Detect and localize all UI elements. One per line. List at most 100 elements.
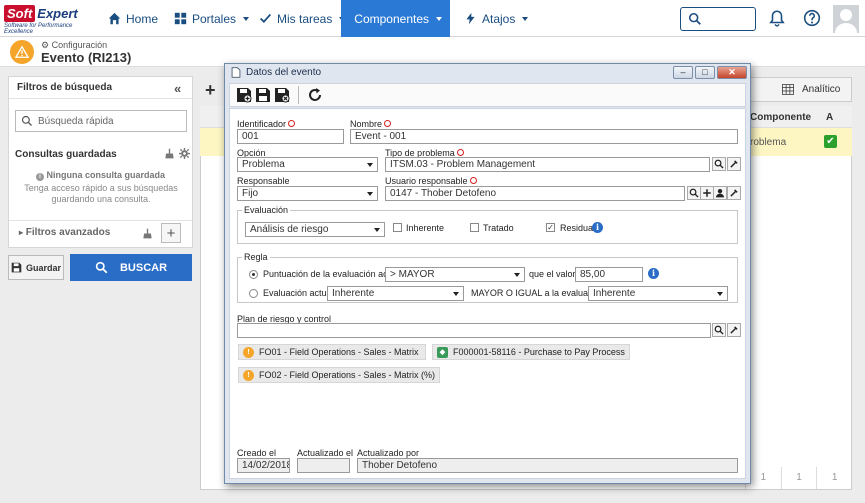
identificador-field[interactable]: 001	[237, 129, 344, 144]
add-record-icon[interactable]: +	[205, 80, 216, 101]
tratado-checkbox[interactable]	[470, 223, 479, 232]
nombre-label-text: Nombre	[350, 119, 383, 129]
search-filters-panel: Filtros de búsqueda « Búsqueda rápida Co…	[8, 76, 193, 248]
no-saved-text: Ninguna consulta guardada	[46, 170, 166, 180]
advanced-filters-toggle[interactable]: ▸ Filtros avanzados	[19, 227, 110, 238]
column-header-a[interactable]: A	[826, 112, 833, 123]
save-icon[interactable]	[255, 87, 271, 103]
plan-riesgo-field[interactable]	[237, 323, 711, 338]
global-search-input[interactable]	[680, 7, 756, 31]
eraser-icon	[730, 189, 738, 197]
gear-icon[interactable]	[179, 148, 190, 159]
tab-analitico[interactable]: Analítico	[746, 77, 852, 102]
add-usuario-button[interactable]	[700, 186, 714, 200]
plan-chip[interactable]: ◆ F000001-58116 - Purchase to Pay Proces…	[432, 344, 630, 360]
nav-mis-tareas[interactable]: Mis tareas	[251, 0, 353, 37]
save-query-button[interactable]: Guardar	[8, 255, 64, 280]
chevron-down-icon	[243, 16, 250, 21]
puntuacion-radio[interactable]	[249, 270, 258, 279]
clear-tipo-button[interactable]	[727, 157, 741, 171]
search-icon	[95, 261, 108, 274]
toolbar-separator	[298, 86, 299, 104]
document-icon	[231, 67, 241, 78]
inherente-checkbox[interactable]	[393, 223, 402, 232]
search-usuario-button[interactable]	[687, 186, 701, 200]
close-button[interactable]: ✕	[717, 66, 747, 79]
evaluacion-select[interactable]: Análisis de riesgo	[245, 222, 385, 237]
nombre-field[interactable]: Event - 001	[350, 129, 738, 144]
responsable-label: Responsable	[237, 176, 290, 186]
search-button[interactable]: BUSCAR	[70, 254, 192, 281]
user-icon	[715, 188, 725, 198]
search-icon	[21, 115, 32, 126]
softexpert-logo[interactable]: Soft Expert Software for Performance Exc…	[4, 5, 94, 35]
bell-icon[interactable]	[768, 9, 786, 27]
actualizado-por-label: Actualizado por	[357, 448, 420, 458]
dialog-title: Datos del evento	[231, 67, 321, 78]
pager-cell[interactable]: 1	[780, 467, 817, 489]
creado-label: Creado el	[237, 448, 277, 458]
evaluacion-actual-label: Evaluación actual	[263, 288, 334, 298]
collapse-double-chevron-icon[interactable]: «	[174, 81, 181, 96]
help-icon[interactable]	[803, 9, 821, 27]
search-icon	[714, 159, 724, 169]
opcion-select[interactable]: Problema	[237, 157, 378, 172]
regla-group-label: Regla	[242, 252, 270, 262]
evaluacion-actual-radio[interactable]	[249, 289, 258, 298]
creado-field: 14/02/2018	[237, 458, 290, 473]
evaluacion-actual-select[interactable]: Inherente	[327, 286, 464, 301]
plan-chip[interactable]: ! FO02 - Field Operations - Sales - Matr…	[238, 367, 440, 383]
add-filter-button[interactable]: +	[161, 223, 181, 243]
info-icon[interactable]: i	[648, 268, 659, 279]
evaluacion-group-label: Evaluación	[242, 205, 291, 215]
broom-icon[interactable]	[164, 148, 175, 159]
puntuacion-operator-select[interactable]: > MAYOR	[385, 267, 525, 282]
dialog-body: Identificador 001 Nombre Event - 001 Opc…	[229, 108, 746, 479]
check-icon	[259, 13, 272, 24]
saved-queries-actions	[164, 148, 190, 159]
user-usuario-button[interactable]	[713, 186, 727, 200]
nav-componentes[interactable]: Componentes	[341, 0, 450, 37]
logo-soft: Soft	[4, 5, 36, 22]
avatar[interactable]	[833, 5, 859, 33]
usuario-responsable-label-text: Usuario responsable	[385, 176, 468, 186]
maximize-button[interactable]: □	[695, 66, 715, 79]
plan-chip[interactable]: ! FO01 - Field Operations - Sales - Matr…	[238, 344, 426, 360]
puntuacion-label: Puntuación de la evaluación actual	[263, 269, 403, 279]
grid-icon	[174, 12, 187, 25]
save-new-icon[interactable]	[236, 87, 252, 103]
quick-search-placeholder: Búsqueda rápida	[38, 116, 114, 127]
inherente-label: Inherente	[406, 223, 445, 233]
responsable-select[interactable]: Fijo	[237, 186, 378, 201]
clear-usuario-button[interactable]	[727, 186, 741, 200]
plus-icon: +	[166, 224, 176, 242]
usuario-responsable-field[interactable]: 0147 - Thober Detofeno	[385, 186, 685, 201]
column-header-componente[interactable]: Componente	[750, 112, 811, 123]
quick-search-input[interactable]: Búsqueda rápida	[15, 110, 187, 132]
clear-plan-button[interactable]	[727, 323, 741, 337]
evaluacion-compare-select[interactable]: Inherente	[588, 286, 728, 301]
identificador-label: Identificador	[237, 119, 296, 129]
nombre-label: Nombre	[350, 119, 392, 129]
required-icon	[384, 120, 392, 128]
breadcrumb-label: Configuración	[51, 40, 108, 50]
search-icon	[689, 188, 699, 198]
valor-field[interactable]: 85,00	[575, 267, 643, 282]
saved-queries-title: Consultas guardadas	[15, 149, 117, 160]
info-icon[interactable]: i	[592, 222, 603, 233]
required-icon	[456, 149, 464, 157]
tipo-problema-field[interactable]: ITSM.03 - Problem Management	[385, 157, 710, 172]
save-close-icon[interactable]	[274, 87, 290, 103]
residual-checkbox[interactable]: ✓	[546, 223, 555, 232]
nav-atajos[interactable]: Atajos	[456, 0, 536, 37]
search-plan-button[interactable]	[712, 323, 726, 337]
minimize-button[interactable]: –	[673, 66, 693, 79]
search-tipo-button[interactable]	[712, 157, 726, 171]
eraser-icon	[730, 326, 738, 334]
pager-cell[interactable]: 1	[816, 467, 852, 489]
nav-home-label: Home	[126, 11, 159, 26]
nav-home[interactable]: Home	[100, 0, 166, 37]
nav-portales[interactable]: Portales	[166, 0, 257, 37]
refresh-icon[interactable]	[307, 87, 323, 103]
broom-icon[interactable]	[142, 228, 153, 239]
